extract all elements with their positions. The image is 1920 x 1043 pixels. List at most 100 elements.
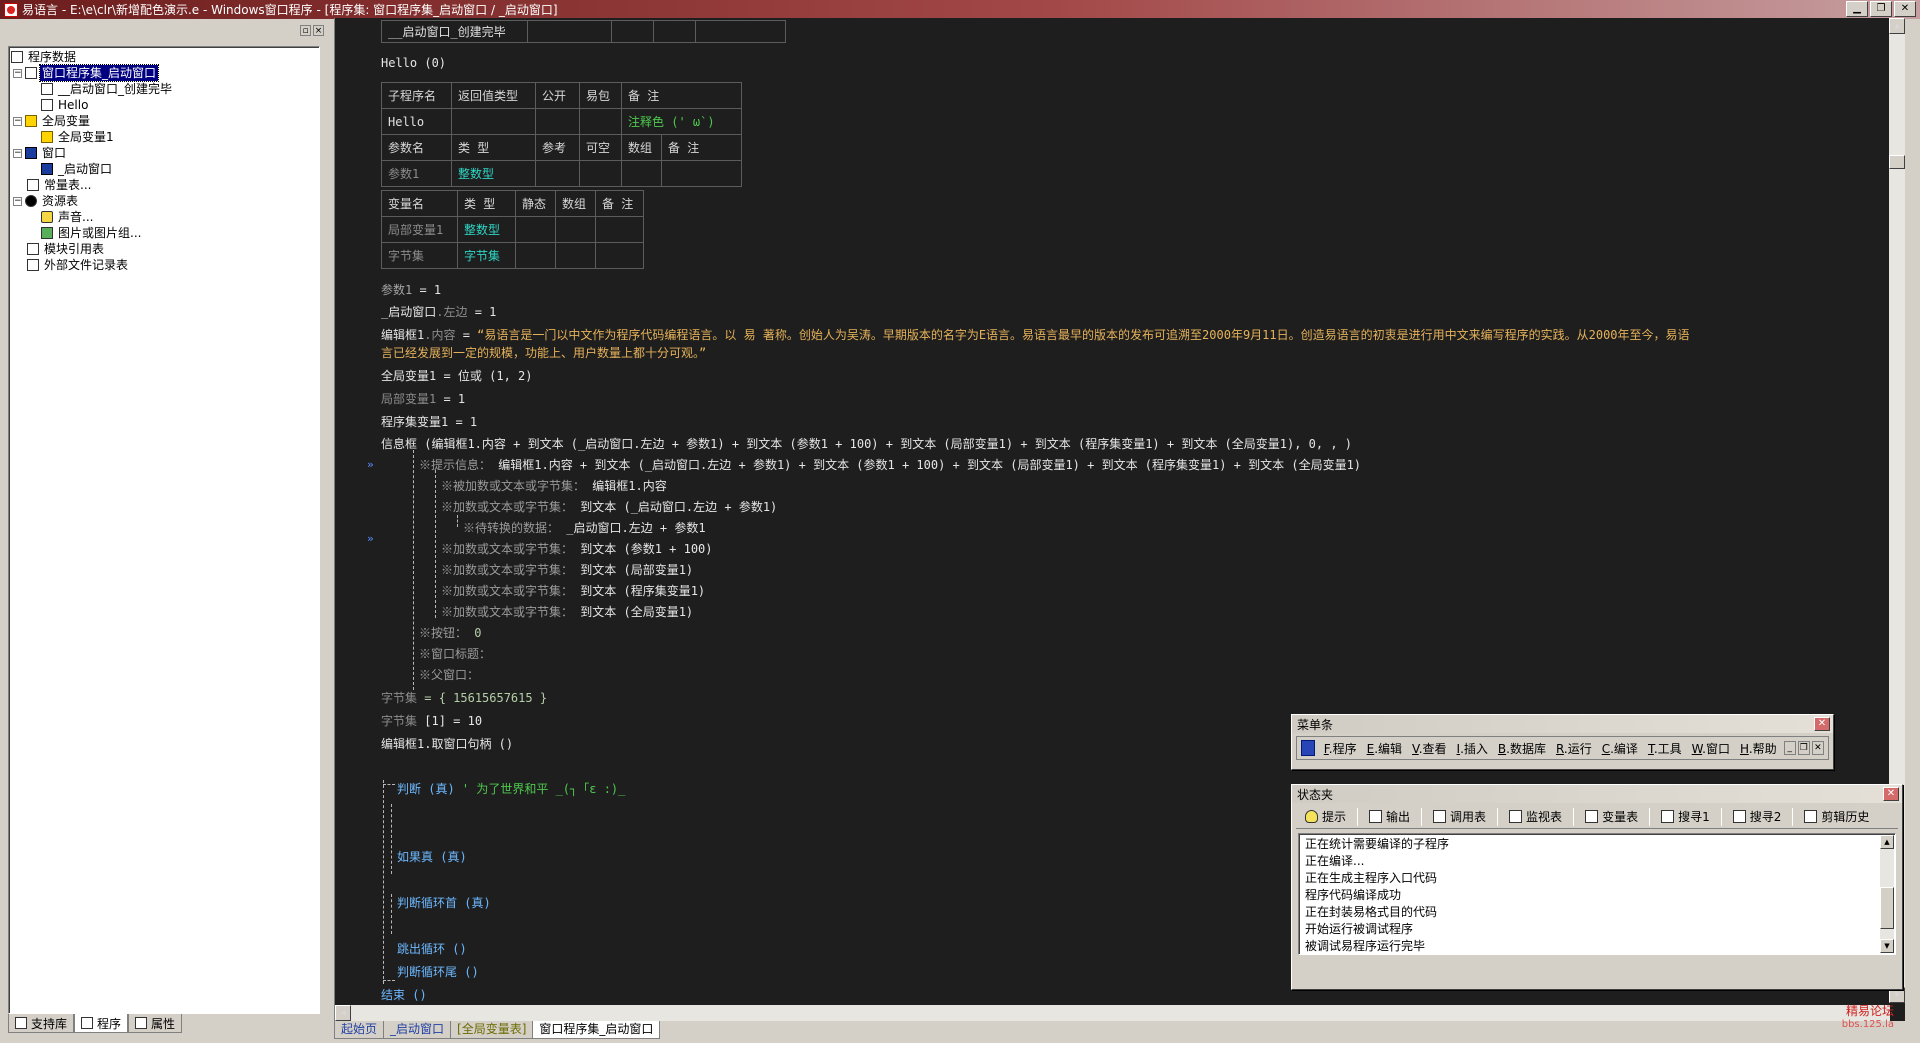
- code-line-continued[interactable]: 言已经发展到一定的规模，功能上、用户数量上都十分可观。”: [381, 344, 706, 362]
- close-icon[interactable]: ✕: [1814, 717, 1830, 731]
- menu-item-help[interactable]: H.帮助: [1735, 740, 1782, 757]
- tree-item-sound[interactable]: 声音...: [11, 209, 319, 225]
- menu-item-edit[interactable]: E.编辑: [1362, 740, 1407, 757]
- tool-output[interactable]: 输出: [1366, 808, 1413, 825]
- collapse-icon[interactable]: −: [13, 148, 22, 158]
- sub-name-hello[interactable]: Hello: [381, 108, 452, 135]
- menu-item-program[interactable]: F.程序: [1319, 740, 1362, 757]
- code-line-msgbox[interactable]: 信息框 (编辑框1.内容 + 到文本 (_启动窗口.左边 + 参数1) + 到文…: [381, 435, 1352, 453]
- code-line-if-true[interactable]: 如果真 (真): [397, 848, 467, 866]
- param-expand-icon[interactable]: »: [367, 458, 374, 471]
- tip-line[interactable]: ※窗口标题：: [419, 645, 491, 663]
- tool-call-stack[interactable]: 调用表: [1430, 808, 1489, 825]
- collapse-icon[interactable]: −: [13, 68, 22, 78]
- scroll-up-icon[interactable]: ▲: [1880, 835, 1894, 849]
- menu-item-database[interactable]: B.数据库: [1493, 740, 1551, 757]
- tab-program[interactable]: 程序: [74, 1014, 129, 1033]
- code-line[interactable]: _启动窗口.左边 = 1: [381, 303, 496, 321]
- collapse-icon[interactable]: −: [13, 116, 22, 126]
- close-icon[interactable]: ✕: [1883, 787, 1899, 801]
- tree-item-assembly[interactable]: − 窗口程序集_启动窗口: [11, 64, 319, 82]
- tool-variables[interactable]: 变量表: [1582, 808, 1641, 825]
- menu-minimize-icon[interactable]: _: [1783, 741, 1796, 755]
- editor-horizontal-scrollbar[interactable]: ◀: [335, 1005, 1890, 1021]
- tip-line[interactable]: ※被加数或文本或字节集： 编辑框1.内容: [441, 477, 667, 495]
- tab-start-page[interactable]: 起始页: [334, 1021, 385, 1039]
- panel-close-button[interactable]: ×: [313, 24, 324, 36]
- tip-line[interactable]: ※提示信息： 编辑框1.内容 + 到文本 (_启动窗口.左边 + 参数1) + …: [419, 456, 1361, 474]
- menu-restore-icon[interactable]: ❐: [1797, 741, 1810, 755]
- code-line[interactable]: 全局变量1 = 位或 (1, 2): [381, 367, 532, 385]
- tab-property[interactable]: 属性: [128, 1014, 183, 1033]
- tip-line[interactable]: ※加数或文本或字节集： 到文本 (参数1 + 100): [441, 540, 713, 558]
- sub-name-cell[interactable]: __启动窗口_创建完毕: [381, 20, 528, 43]
- collapse-icon[interactable]: −: [13, 196, 22, 206]
- tip-line[interactable]: ※加数或文本或字节集： 到文本 (局部变量1): [441, 561, 693, 579]
- menu-item-run[interactable]: R.运行: [1551, 740, 1597, 757]
- code-line[interactable]: 字节集 = { 15615657615 }: [381, 689, 547, 707]
- scroll-thumb[interactable]: [1880, 887, 1894, 929]
- var-type-local1[interactable]: 整数型: [457, 216, 516, 243]
- tree-root[interactable]: 程序数据: [11, 49, 319, 65]
- code-line[interactable]: 字节集 [1] = 10: [381, 712, 482, 730]
- scroll-down-icon[interactable]: ▼: [1880, 939, 1894, 953]
- tree-item-constants[interactable]: 常量表...: [11, 177, 319, 193]
- tree-item-pictures[interactable]: 图片或图片组...: [11, 225, 319, 241]
- output-textbox[interactable]: 正在统计需要编译的子程序 正在编译... 正在生成主程序入口代码 程序代码编译成…: [1298, 833, 1896, 955]
- app-icon[interactable]: [4, 2, 18, 17]
- minimize-button[interactable]: ▁: [1846, 1, 1868, 17]
- tool-search1[interactable]: 搜寻1: [1658, 808, 1713, 825]
- menu-item-view[interactable]: V.查看: [1407, 740, 1452, 757]
- tree-item-windows[interactable]: − 窗口: [11, 145, 319, 161]
- panel-pin-button[interactable]: ▫: [300, 24, 311, 36]
- tab-global-vars[interactable]: [全局变量表]: [450, 1021, 534, 1039]
- param-name[interactable]: 参数1: [381, 160, 452, 187]
- restore-button[interactable]: ❐: [1870, 1, 1892, 17]
- tree-item-globals[interactable]: − 全局变量: [11, 113, 319, 129]
- tree-item-sub-create[interactable]: __启动窗口_创建完毕: [11, 81, 319, 97]
- tip-line[interactable]: ※加数或文本或字节集： 到文本 (全局变量1): [441, 603, 693, 621]
- tree-item-resources[interactable]: − 资源表: [11, 193, 319, 209]
- menu-item-compile[interactable]: C.编译: [1597, 740, 1643, 757]
- output-scrollbar[interactable]: ▲ ▼: [1880, 835, 1894, 953]
- code-line[interactable]: 程序集变量1 = 1: [381, 413, 477, 431]
- tool-hint[interactable]: 提示: [1302, 808, 1349, 825]
- param-expand-icon[interactable]: »: [367, 532, 374, 545]
- tree-item-sub-hello[interactable]: Hello: [11, 97, 319, 113]
- tip-line[interactable]: ※加数或文本或字节集： 到文本 (程序集变量1): [441, 582, 705, 600]
- tip-line[interactable]: ※待转换的数据： _启动窗口.左边 + 参数1: [463, 519, 706, 537]
- code-line-end[interactable]: 结束 (): [381, 986, 427, 1004]
- tool-watch[interactable]: 监视表: [1506, 808, 1565, 825]
- tab-start-window[interactable]: _启动窗口: [383, 1021, 452, 1039]
- code-line[interactable]: 编辑框1.内容 = “易语言是一门以中文作为程序代码编程语言。以 易 著称。创始…: [381, 326, 1690, 344]
- menu-item-window[interactable]: W.窗口: [1687, 740, 1735, 757]
- scroll-left-icon[interactable]: ◀: [335, 1005, 351, 1021]
- scroll-up-icon[interactable]: ▲: [1889, 18, 1905, 34]
- tip-line[interactable]: ※加数或文本或字节集： 到文本 (_启动窗口.左边 + 参数1): [441, 498, 777, 516]
- project-tree[interactable]: 程序数据 − 窗口程序集_启动窗口 __启动窗口_创建完毕 Hello − 全局…: [8, 46, 320, 1014]
- sub-comment[interactable]: 注释色 (' ω`): [621, 108, 742, 135]
- tool-clip-history[interactable]: 剪辑历史: [1801, 808, 1872, 825]
- tree-item-start-window[interactable]: _启动窗口: [11, 161, 319, 177]
- tool-search2[interactable]: 搜寻2: [1730, 808, 1785, 825]
- code-line-loop-start[interactable]: 判断循环首 (真): [397, 894, 491, 912]
- tree-item-external-files[interactable]: 外部文件记录表: [11, 257, 319, 273]
- menu-item-insert[interactable]: I.插入: [1452, 740, 1493, 757]
- code-line-hello-call[interactable]: Hello (0): [381, 54, 446, 72]
- code-line-loop-end[interactable]: 判断循环尾 (): [397, 963, 479, 981]
- code-line-break[interactable]: 跳出循环 (): [397, 940, 467, 958]
- tab-assembly[interactable]: 窗口程序集_启动窗口: [532, 1021, 661, 1039]
- var-name-local1[interactable]: 局部变量1: [381, 216, 458, 243]
- var-type-bytes[interactable]: 字节集: [457, 242, 516, 269]
- tip-line[interactable]: ※父窗口：: [419, 666, 479, 684]
- tip-line[interactable]: ※按钮： 0: [419, 624, 481, 642]
- code-line[interactable]: 编辑框1.取窗口句柄 (): [381, 735, 513, 753]
- var-name-bytes[interactable]: 字节集: [381, 242, 458, 269]
- code-line[interactable]: 参数1 = 1: [381, 281, 441, 299]
- close-button[interactable]: ✕: [1894, 1, 1916, 17]
- menu-item-tools[interactable]: T.工具: [1643, 740, 1687, 757]
- tree-item-modules[interactable]: 模块引用表: [11, 241, 319, 257]
- scroll-thumb[interactable]: [1889, 155, 1905, 169]
- menu-close-icon[interactable]: ✕: [1811, 741, 1825, 755]
- param-type[interactable]: 整数型: [451, 160, 536, 187]
